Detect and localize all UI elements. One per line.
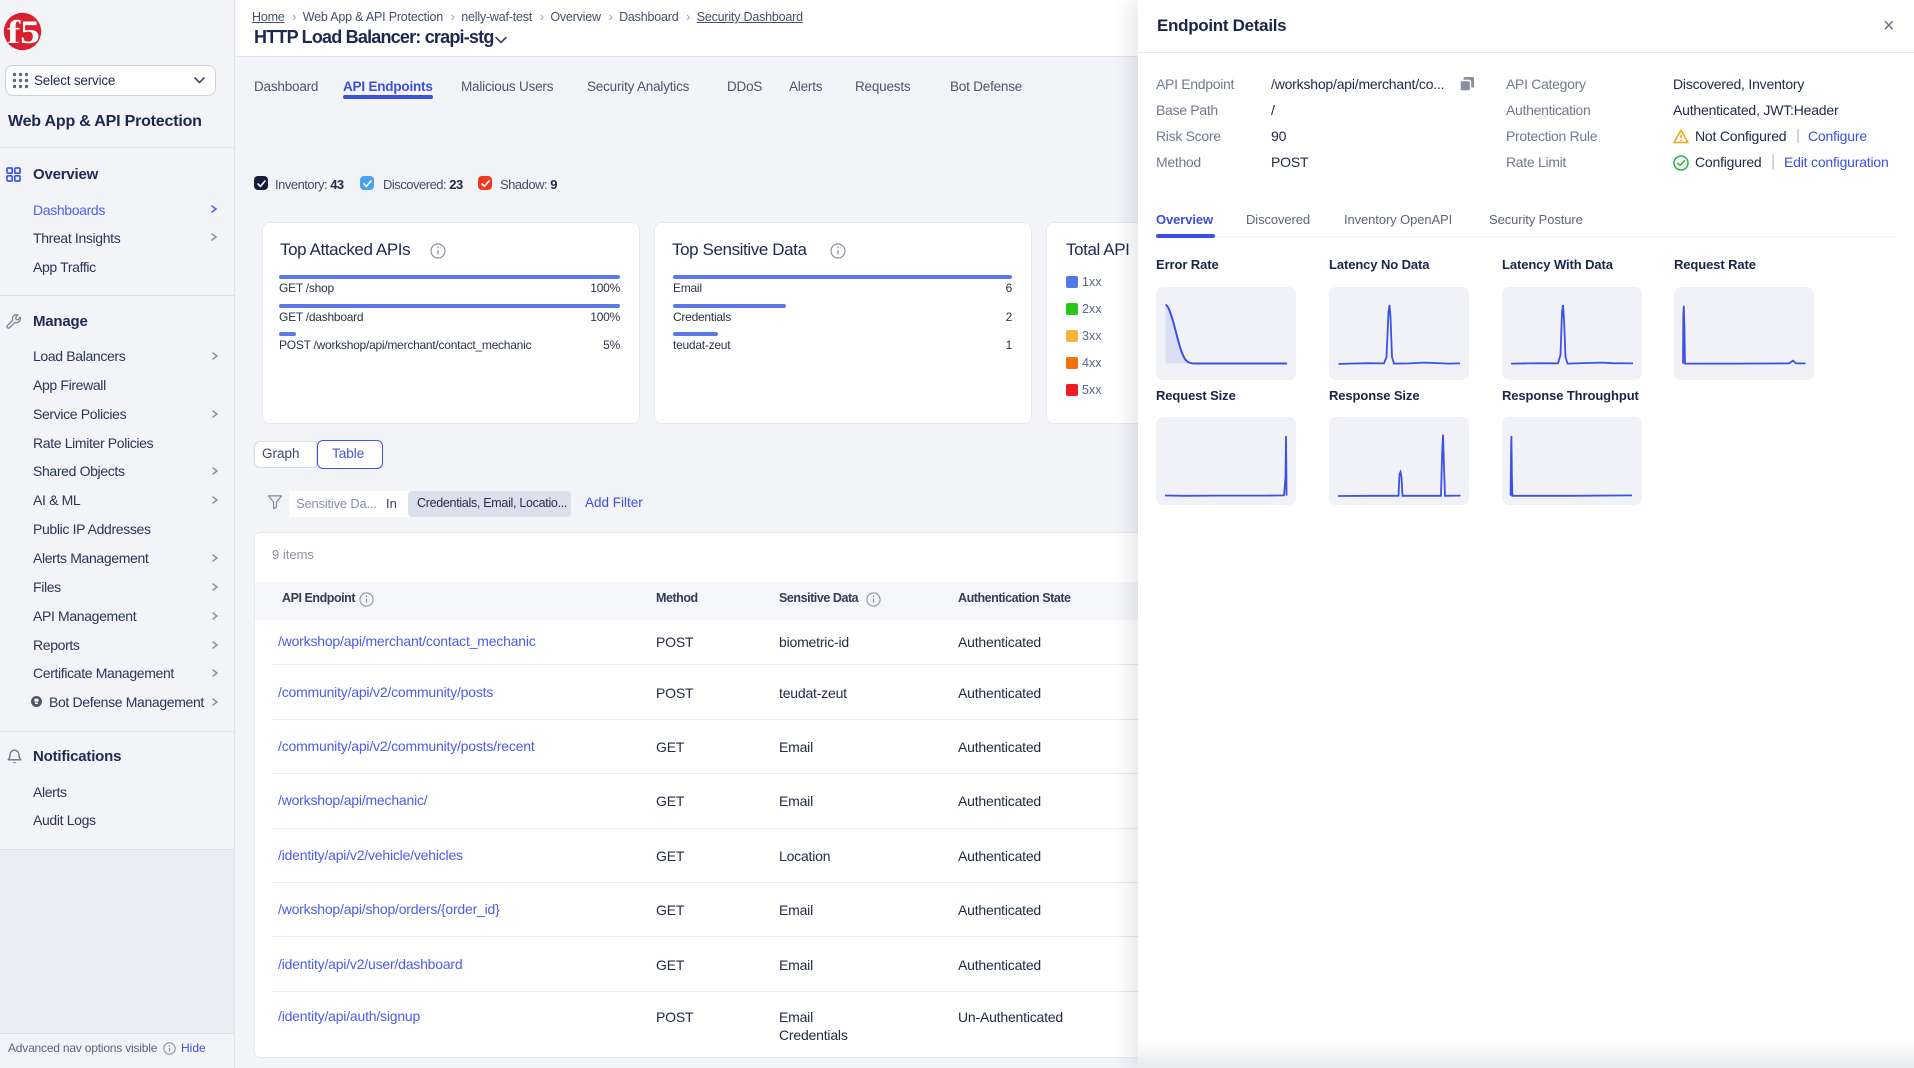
svg-text:f5: f5 — [7, 15, 40, 51]
